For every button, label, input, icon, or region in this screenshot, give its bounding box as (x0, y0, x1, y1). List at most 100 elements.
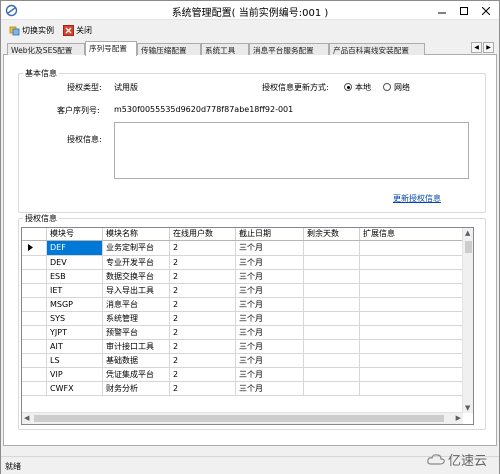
table-row[interactable]: ESB 数据交换平台 2 三个月 (22, 269, 464, 284)
cell-module-name[interactable]: 财务分析 (102, 381, 170, 397)
tab-scroll-left-button[interactable]: ◀ (471, 42, 482, 53)
cell-expiry-date[interactable]: 三个月 (235, 325, 304, 341)
table-row[interactable]: YJPT 预警平台 2 三个月 (22, 325, 464, 341)
cell-expiry-date[interactable]: 三个月 (235, 339, 304, 355)
table-row[interactable]: IET 导入导出工具 2 三个月 (22, 283, 464, 298)
cell-remaining-days[interactable] (303, 269, 360, 284)
grid-horizontal-scrollbar[interactable]: ◀ ▶ (22, 412, 463, 424)
tab-offline-install[interactable]: 产品百科离线安装配置 (329, 43, 425, 55)
cell-expiry-date[interactable]: 三个月 (235, 367, 304, 383)
cell-module-id[interactable]: DEF (46, 240, 103, 256)
cell-remaining-days[interactable] (303, 367, 360, 383)
cell-module-id[interactable]: IET (46, 283, 103, 298)
cell-expiry-date[interactable]: 三个月 (235, 269, 304, 284)
cell-expiry-date[interactable]: 三个月 (235, 353, 304, 369)
switch-instance-button[interactable]: 切换实例 (7, 23, 56, 38)
cell-online-users[interactable]: 2 (169, 381, 236, 397)
vertical-scroll-thumb[interactable] (465, 241, 472, 253)
row-selector[interactable] (22, 269, 47, 284)
cell-module-name[interactable]: 消息平台 (102, 297, 170, 312)
cell-module-id[interactable]: AIT (46, 339, 103, 355)
tab-compression[interactable]: 传输压缩配置 (137, 43, 201, 55)
row-selector[interactable] (22, 381, 47, 397)
cell-extra-info[interactable] (359, 339, 464, 355)
scroll-down-icon[interactable]: ▼ (465, 404, 470, 412)
cell-extra-info[interactable] (359, 311, 464, 326)
radio-local[interactable] (344, 83, 352, 91)
tab-scroll-right-button[interactable]: ▶ (483, 42, 494, 53)
row-selector[interactable] (22, 367, 47, 383)
update-auth-link[interactable]: 更新授权信息 (393, 193, 441, 204)
cell-online-users[interactable]: 2 (169, 367, 236, 383)
horizontal-scroll-thumb[interactable] (34, 415, 444, 422)
cell-module-name[interactable]: 数据交换平台 (102, 269, 170, 284)
col-remaining-days[interactable]: 剩余天数 (303, 228, 360, 241)
auth-info-textarea[interactable] (114, 122, 469, 179)
table-row[interactable]: VIP 凭证集成平台 2 三个月 (22, 367, 464, 383)
cell-module-id[interactable]: VIP (46, 367, 103, 383)
cell-online-users[interactable]: 2 (169, 311, 236, 326)
table-row[interactable]: DEV 专业开发平台 2 三个月 (22, 255, 464, 270)
cell-remaining-days[interactable] (303, 339, 360, 355)
table-row[interactable]: DEF 业务定制平台 2 三个月 (22, 240, 464, 256)
col-expiry-date[interactable]: 截止日期 (235, 228, 304, 241)
row-selector[interactable] (22, 283, 47, 298)
row-selector[interactable] (22, 339, 47, 355)
cell-module-id[interactable]: DEV (46, 255, 103, 270)
cell-module-name[interactable]: 业务定制平台 (102, 240, 170, 256)
tab-message-platform[interactable]: 消息平台服务配置 (249, 43, 329, 55)
cell-module-name[interactable]: 审计接口工具 (102, 339, 170, 355)
cell-module-id[interactable]: CWFX (46, 381, 103, 397)
table-row[interactable]: SYS 系统管理 2 三个月 (22, 311, 464, 326)
row-selector[interactable] (22, 353, 47, 369)
scroll-up-icon[interactable]: ▲ (465, 229, 470, 237)
scroll-left-icon[interactable]: ◀ (24, 414, 29, 422)
row-selector[interactable] (22, 240, 47, 256)
row-selector[interactable] (22, 311, 47, 326)
col-online-users[interactable]: 在线用户数 (169, 228, 236, 241)
cell-remaining-days[interactable] (303, 283, 360, 298)
cell-extra-info[interactable] (359, 269, 464, 284)
close-button[interactable]: 关闭 (61, 23, 94, 38)
table-row[interactable]: AIT 审计接口工具 2 三个月 (22, 339, 464, 355)
cell-online-users[interactable]: 2 (169, 283, 236, 298)
scroll-right-icon[interactable]: ▶ (456, 414, 461, 422)
cell-remaining-days[interactable] (303, 325, 360, 341)
cell-extra-info[interactable] (359, 381, 464, 397)
cell-expiry-date[interactable]: 三个月 (235, 381, 304, 397)
cell-module-id[interactable]: ESB (46, 269, 103, 284)
cell-expiry-date[interactable]: 三个月 (235, 297, 304, 312)
col-module-name[interactable]: 模块名称 (102, 228, 170, 241)
cell-module-name[interactable]: 凭证集成平台 (102, 367, 170, 383)
cell-module-name[interactable]: 预警平台 (102, 325, 170, 341)
cell-module-name[interactable]: 导入导出工具 (102, 283, 170, 298)
table-row[interactable]: CWFX 财务分析 2 三个月 (22, 381, 464, 397)
cell-module-name[interactable]: 系统管理 (102, 311, 170, 326)
cell-online-users[interactable]: 2 (169, 240, 236, 256)
tab-system-tools[interactable]: 系统工具 (201, 43, 249, 55)
cell-extra-info[interactable] (359, 283, 464, 298)
cell-module-id[interactable]: YJPT (46, 325, 103, 341)
cell-module-id[interactable]: LS (46, 353, 103, 369)
cell-module-id[interactable]: SYS (46, 311, 103, 326)
cell-remaining-days[interactable] (303, 255, 360, 270)
cell-expiry-date[interactable]: 三个月 (235, 240, 304, 256)
title-bar[interactable]: 系统管理配置( 当前实例编号:001 ) (1, 1, 499, 20)
cell-extra-info[interactable] (359, 325, 464, 341)
tab-serial[interactable]: 序列号配置 (85, 41, 137, 56)
cell-online-users[interactable]: 2 (169, 255, 236, 270)
maximize-button[interactable] (453, 3, 475, 18)
row-selector[interactable] (22, 325, 47, 341)
cell-remaining-days[interactable] (303, 240, 360, 256)
cell-extra-info[interactable] (359, 367, 464, 383)
table-row[interactable]: MSGP 消息平台 2 三个月 (22, 297, 464, 312)
cell-online-users[interactable]: 2 (169, 297, 236, 312)
col-module-id[interactable]: 模块号 (46, 228, 103, 241)
cell-extra-info[interactable] (359, 297, 464, 312)
row-selector[interactable] (22, 297, 47, 312)
grid-vertical-scrollbar[interactable]: ▲ ▼ (462, 228, 473, 413)
cell-online-users[interactable]: 2 (169, 339, 236, 355)
cell-module-id[interactable]: MSGP (46, 297, 103, 312)
cell-remaining-days[interactable] (303, 297, 360, 312)
cell-online-users[interactable]: 2 (169, 269, 236, 284)
